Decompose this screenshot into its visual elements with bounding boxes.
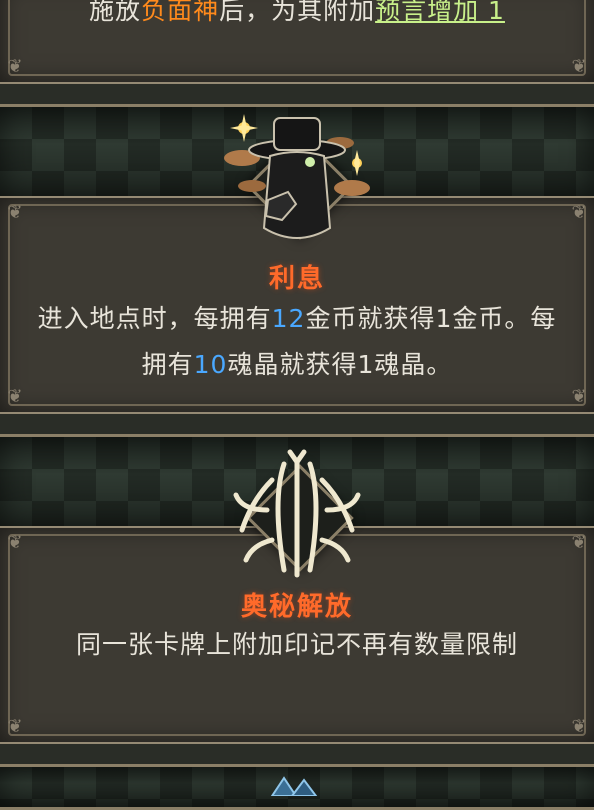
corner-ornament-icon: ❦ xyxy=(7,202,23,223)
corner-ornament-icon: ❦ xyxy=(571,202,587,223)
corner-ornament-icon: ❦ xyxy=(571,532,587,553)
corner-ornament-icon: ❦ xyxy=(7,716,23,737)
interest-desc-num2: 10 xyxy=(193,350,228,379)
top-card-keyword-orange: 负面神 xyxy=(141,0,220,25)
corner-ornament-icon: ❦ xyxy=(571,386,587,407)
top-card-text-prefix: 施放 xyxy=(89,0,142,25)
top-card-keyword-green: 预言增加 1 xyxy=(375,0,505,25)
interest-desc-part3: 魂晶就获得1魂晶。 xyxy=(227,350,453,379)
white-rune-icon xyxy=(212,440,382,590)
top-card: 施放负面神后，为其附加预言增加 1 ❦ ❦ xyxy=(0,0,594,84)
corner-ornament-icon: ❦ xyxy=(7,386,23,407)
blue-crystal-icon xyxy=(262,776,322,797)
top-card-text-mid: 后，为其附加 xyxy=(219,0,376,25)
arcane-title: 奥秘解放 xyxy=(240,592,353,622)
interest-desc-part1: 进入地点时，每拥有 xyxy=(37,304,272,333)
corner-ornament-icon: ❦ xyxy=(571,716,587,737)
arcane-desc: 同一张卡牌上附加印记不再有数量限制 xyxy=(75,630,518,659)
gambler-coins-icon xyxy=(212,108,382,258)
corner-ornament-icon: ❦ xyxy=(7,532,23,553)
corner-ornament-icon: ❦ xyxy=(571,56,587,77)
interest-desc-num1: 12 xyxy=(271,304,306,333)
interest-title: 利息 xyxy=(268,264,325,294)
top-card-desc: 施放负面神后，为其附加预言增加 1 xyxy=(30,0,564,34)
corner-ornament-icon: ❦ xyxy=(7,56,23,77)
interest-desc: 进入地点时，每拥有12金币就获得1金币。每拥有10魂晶就获得1魂晶。 xyxy=(30,296,564,388)
